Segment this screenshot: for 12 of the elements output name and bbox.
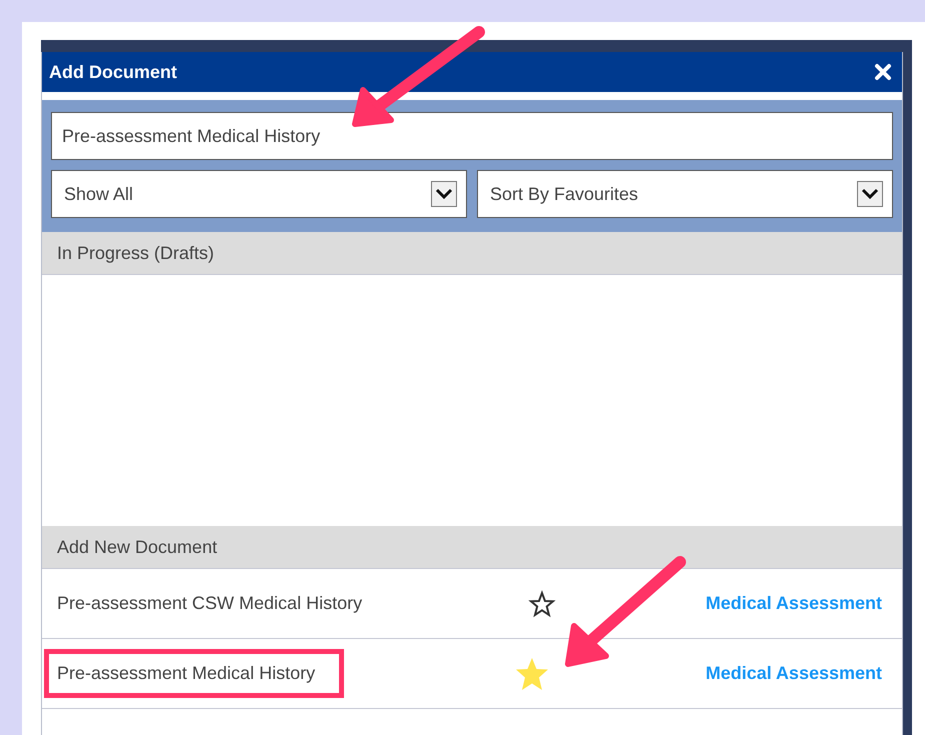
document-name[interactable]: Pre-assessment CSW Medical History	[57, 593, 524, 614]
search-field[interactable]: Pre-assessment Medical History	[51, 112, 893, 160]
star-icon[interactable]	[514, 656, 550, 690]
dropdown[interactable]: Sort By Favourites	[477, 170, 893, 218]
section-title: Add New Document	[57, 536, 218, 558]
dialog-title: Add Document	[49, 62, 177, 82]
close-icon[interactable]	[874, 63, 892, 81]
dropdown[interactable]: Show All	[51, 170, 467, 218]
caret-icon	[857, 181, 883, 207]
section-title: In Progress (Drafts)	[57, 242, 214, 264]
document-name[interactable]: Pre-assessment Medical History	[44, 649, 344, 698]
caret-icon	[431, 181, 457, 207]
